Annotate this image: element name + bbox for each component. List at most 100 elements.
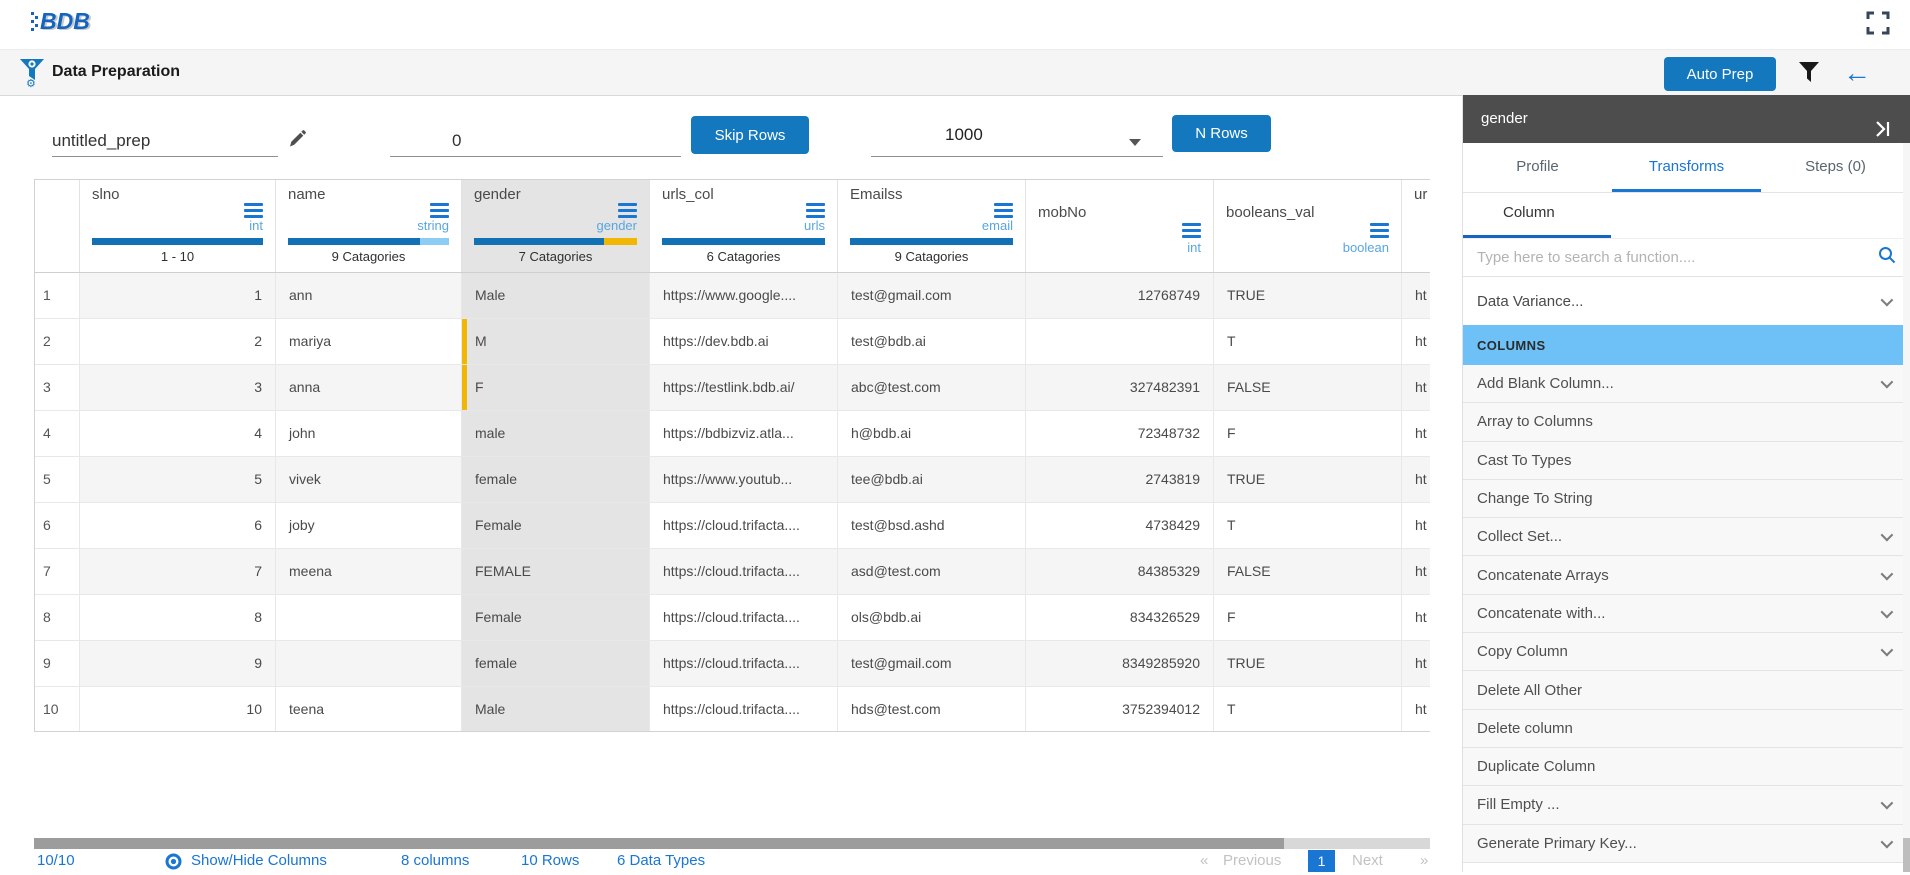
skip-rows-input[interactable] [390, 125, 681, 157]
row-number: 1 [35, 273, 80, 318]
pagination-last-icon[interactable]: » [1420, 852, 1428, 869]
column-header-mobno[interactable]: mobNo int [1026, 180, 1214, 272]
column-type-label: boolean [1342, 240, 1389, 255]
tab-transforms[interactable]: Transforms [1612, 143, 1761, 192]
dropdown-caret-icon [1129, 139, 1141, 146]
n-rows-button[interactable]: N Rows [1172, 115, 1271, 152]
column-menu-icon[interactable] [1182, 223, 1201, 241]
table-row[interactable]: 9 9 female https://cloud.trifacta.... te… [35, 641, 1430, 687]
table-row[interactable]: 2 2 mariya M https://dev.bdb.ai test@bdb… [35, 319, 1430, 365]
menu-item-label: Delete column [1477, 719, 1573, 737]
auto-prep-button[interactable]: Auto Prep [1664, 57, 1776, 91]
skip-rows-button[interactable]: Skip Rows [691, 116, 809, 154]
column-type-label: email [981, 218, 1013, 233]
panel-scrollbar-thumb[interactable] [1903, 838, 1910, 872]
column-header-gender[interactable]: gender gender 7 Catagories [462, 180, 650, 272]
row-count-indicator: 10/10 [37, 852, 75, 869]
panel-scrollbar[interactable] [1903, 143, 1910, 872]
cell-email: test@gmail.com [838, 273, 1026, 318]
menu-item-add-blank-column[interactable]: Add Blank Column... [1463, 365, 1910, 404]
function-search-input[interactable] [1477, 249, 1878, 266]
table-row[interactable]: 3 3 anna F https://testlink.bdb.ai/ abc@… [35, 365, 1430, 411]
filter-icon[interactable] [1798, 61, 1820, 88]
column-menu-icon[interactable] [1370, 223, 1389, 241]
column-type-label: gender [596, 218, 637, 233]
menu-item-delete-column[interactable]: Delete column [1463, 709, 1910, 748]
cell-clipped: ht [1402, 273, 1430, 318]
columns-summary-link[interactable]: 8 columns [401, 852, 469, 869]
mismatch-indicator [462, 365, 467, 410]
tab-profile[interactable]: Profile [1463, 143, 1612, 192]
column-quality-bar [288, 238, 449, 245]
table-row[interactable]: 6 6 joby Female https://cloud.trifacta..… [35, 503, 1430, 549]
cell-name: teena [276, 687, 462, 731]
column-header-urls-col[interactable]: urls_col urls 6 Catagories [650, 180, 838, 272]
menu-item-concatenate-arrays[interactable]: Concatenate Arrays [1463, 556, 1910, 595]
cell-mobno: 84385329 [1026, 549, 1214, 594]
tab-steps[interactable]: Steps (0) [1761, 143, 1910, 192]
table-row[interactable]: 5 5 vivek female https://www.youtub... t… [35, 457, 1430, 503]
menu-item-collect-set[interactable]: Collect Set... [1463, 518, 1910, 557]
menu-item-generate-primary-key[interactable]: Generate Primary Key... [1463, 824, 1910, 863]
cell-mobno: 12768749 [1026, 273, 1214, 318]
column-header-emailss[interactable]: Emailss email 9 Catagories [838, 180, 1026, 272]
selected-column-title: gender [1481, 110, 1528, 127]
column-type-label: int [249, 218, 263, 233]
table-row[interactable]: 7 7 meena FEMALE https://cloud.trifacta.… [35, 549, 1430, 595]
cell-name: anna [276, 365, 462, 410]
menu-item-cast-to-types[interactable]: Cast To Types [1463, 441, 1910, 480]
column-header-clipped[interactable]: ur [1402, 180, 1430, 272]
menu-item-delete-all-other[interactable]: Delete All Other [1463, 671, 1910, 710]
column-header-slno[interactable]: slno int 1 - 10 [80, 180, 276, 272]
cell-gender: female [462, 457, 650, 502]
menu-item-array-to-columns[interactable]: Array to Columns [1463, 403, 1910, 442]
menu-item-data-variance[interactable]: Data Variance... [1463, 277, 1910, 325]
subtab-column[interactable]: Column [1503, 204, 1555, 221]
menu-item-duplicate-column[interactable]: Duplicate Column [1463, 747, 1910, 787]
row-number: 7 [35, 549, 80, 594]
menu-item-label: Data Variance... [1477, 292, 1584, 310]
column-type-label: string [417, 218, 449, 233]
cell-slno: 3 [80, 365, 276, 410]
menu-item-copy-column[interactable]: Copy Column [1463, 633, 1910, 672]
back-arrow-icon[interactable]: ← [1843, 54, 1871, 92]
fullscreen-icon[interactable] [1866, 11, 1892, 37]
row-number: 5 [35, 457, 80, 502]
pagination-next[interactable]: Next [1352, 852, 1383, 869]
cell-slno: 5 [80, 457, 276, 502]
search-icon[interactable] [1878, 246, 1896, 269]
grid-header: slno int 1 - 10 name string 9 Catagories… [35, 180, 1430, 273]
menu-item-concatenate-with[interactable]: Concatenate with... [1463, 594, 1910, 634]
horizontal-scrollbar-thumb[interactable] [34, 838, 1284, 849]
table-row[interactable]: 1 1 ann Male https://www.google.... test… [35, 273, 1430, 319]
table-row[interactable]: 10 10 teena Male https://cloud.trifacta.… [35, 687, 1430, 731]
edit-pencil-icon[interactable] [287, 129, 307, 154]
cell-clipped: ht [1402, 457, 1430, 502]
section-header-columns[interactable]: COLUMNS [1463, 325, 1910, 365]
pagination-page-1[interactable]: 1 [1308, 850, 1335, 872]
n-rows-select[interactable]: 1000 [871, 125, 1163, 157]
rows-summary-link[interactable]: 10 Rows [521, 852, 579, 869]
table-row[interactable]: 4 4 john male https://bdbizviz.atla... h… [35, 411, 1430, 457]
horizontal-scrollbar[interactable] [34, 838, 1430, 849]
show-hide-columns-link[interactable]: Show/Hide Columns [191, 852, 327, 869]
column-title: gender [474, 186, 521, 203]
pagination-first-icon[interactable]: « [1200, 852, 1208, 869]
chevron-down-icon [1880, 797, 1894, 810]
menu-item-fill-empty[interactable]: Fill Empty ... [1463, 786, 1910, 825]
table-row[interactable]: 8 8 Female https://cloud.trifacta.... ol… [35, 595, 1430, 641]
svg-text:BDB: BDB [40, 8, 90, 34]
menu-item-change-to-string[interactable]: Change To String [1463, 479, 1910, 519]
cell-mobno [1026, 319, 1214, 364]
chevron-down-icon [1880, 835, 1894, 849]
cell-url: https://www.youtub... [650, 457, 838, 502]
pagination-previous[interactable]: Previous [1223, 852, 1281, 869]
types-summary-link[interactable]: 6 Data Types [617, 852, 705, 869]
cell-slno: 8 [80, 595, 276, 640]
bdb-logo[interactable]: BDB BDB [30, 6, 96, 43]
column-header-booleans-val[interactable]: booleans_val boolean [1214, 180, 1402, 272]
prep-name-input[interactable] [52, 125, 278, 157]
cell-clipped: ht [1402, 319, 1430, 364]
column-header-name[interactable]: name string 9 Catagories [276, 180, 462, 272]
column-title: Emailss [850, 186, 903, 203]
